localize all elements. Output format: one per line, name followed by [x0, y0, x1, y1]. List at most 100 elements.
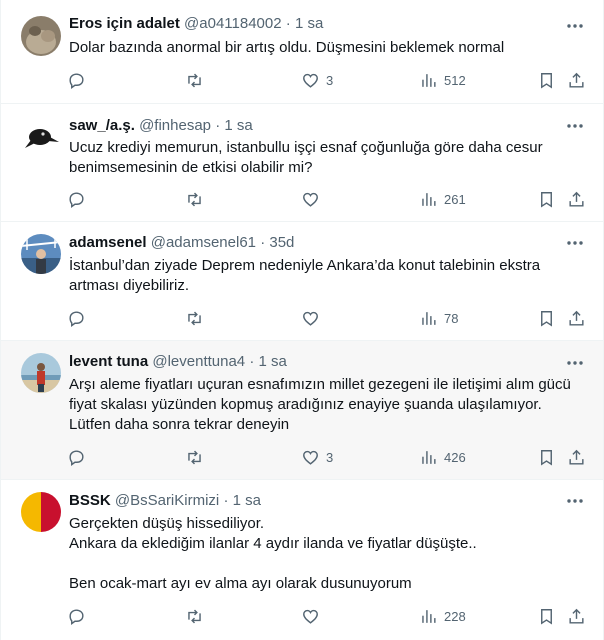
share-icon — [569, 72, 584, 88]
share-button[interactable] — [567, 184, 586, 214]
reply-button[interactable] — [67, 65, 92, 95]
more-icon[interactable] — [565, 233, 585, 253]
display-name[interactable]: Eros için adalet — [69, 15, 180, 32]
view-count: 228 — [444, 608, 466, 624]
tweet[interactable]: Eros için adalet @a041184002 · 1 sa Dola… — [1, 0, 603, 104]
timestamp[interactable]: 1 sa — [295, 15, 323, 32]
more-icon[interactable] — [565, 116, 585, 136]
tweet-header: adamsenel @adamsenel61 · 35d — [69, 233, 294, 253]
share-icon — [569, 449, 584, 465]
bookmark-button[interactable] — [537, 303, 556, 333]
view-count: 261 — [444, 191, 466, 207]
tweet-header: levent tuna @leventtuna4 · 1 sa — [69, 352, 287, 372]
bookmark-button[interactable] — [537, 184, 556, 214]
reply-button[interactable] — [67, 184, 92, 214]
display-name[interactable]: levent tuna — [69, 353, 148, 370]
reply-button[interactable] — [67, 303, 92, 333]
avatar[interactable] — [21, 492, 61, 532]
share-icon — [569, 608, 584, 624]
like-button[interactable] — [301, 303, 326, 333]
tweet-header: Eros için adalet @a041184002 · 1 sa — [69, 14, 323, 34]
retweet-button[interactable] — [185, 184, 210, 214]
timestamp[interactable]: 1 sa — [224, 117, 252, 134]
more-icon[interactable] — [565, 491, 585, 511]
retweet-button[interactable] — [185, 601, 210, 631]
bookmark-button[interactable] — [537, 442, 556, 472]
user-handle[interactable]: @adamsenel61 — [151, 234, 256, 251]
reply-feed: Eros için adalet @a041184002 · 1 sa Dola… — [0, 0, 604, 640]
bookmark-button[interactable] — [537, 601, 556, 631]
like-button[interactable]: 3 — [301, 442, 333, 472]
view-count: 78 — [444, 310, 459, 326]
tweet-actions: 78 — [59, 303, 599, 333]
separator-dot: · — [223, 492, 229, 509]
views-chart-icon — [422, 73, 436, 87]
bookmark-icon — [541, 310, 552, 327]
tweet[interactable]: saw_/a.ş. @finhesap · 1 sa Ucuz krediyi … — [1, 104, 603, 222]
reply-icon — [69, 310, 84, 327]
reply-button[interactable] — [67, 601, 92, 631]
views-button[interactable]: 261 — [419, 184, 466, 214]
reply-button[interactable] — [67, 442, 92, 472]
bookmark-icon — [541, 72, 552, 89]
timestamp[interactable]: 35d — [269, 234, 294, 251]
tweet[interactable]: adamsenel @adamsenel61 · 35d İstanbul’da… — [1, 222, 603, 341]
separator-dot: · — [260, 234, 266, 251]
views-chart-icon — [422, 450, 436, 464]
share-button[interactable] — [567, 601, 586, 631]
reply-icon — [69, 449, 84, 466]
tweet[interactable]: BSSK @BsSariKirmizi · 1 sa Gerçekten düş… — [1, 480, 603, 640]
retweet-icon — [188, 609, 201, 623]
tweet-header: saw_/a.ş. @finhesap · 1 sa — [69, 116, 253, 136]
retweet-icon — [188, 311, 201, 325]
retweet-button[interactable] — [185, 303, 210, 333]
heart-icon — [303, 450, 318, 465]
bookmark-button[interactable] — [537, 65, 556, 95]
like-button[interactable] — [301, 184, 326, 214]
tweet-text: Ucuz krediyi memurun, istanbullu işçi es… — [69, 139, 543, 176]
share-icon — [569, 191, 584, 207]
retweet-button[interactable] — [185, 442, 210, 472]
tweet-header: BSSK @BsSariKirmizi · 1 sa — [69, 491, 261, 511]
like-button[interactable]: 3 — [301, 65, 333, 95]
views-button[interactable]: 426 — [419, 442, 466, 472]
reply-icon — [69, 608, 84, 625]
tweet-actions: 228 — [59, 601, 599, 631]
views-button[interactable]: 78 — [419, 303, 458, 333]
share-button[interactable] — [567, 303, 586, 333]
like-button[interactable] — [301, 601, 326, 631]
retweet-button[interactable] — [185, 65, 210, 95]
display-name[interactable]: saw_/a.ş. — [69, 117, 135, 134]
user-handle[interactable]: @finhesap — [139, 117, 211, 134]
retweet-icon — [188, 192, 201, 206]
views-button[interactable]: 228 — [419, 601, 466, 631]
reply-icon — [69, 72, 84, 89]
share-button[interactable] — [567, 65, 586, 95]
more-icon[interactable] — [565, 16, 585, 36]
like-count: 3 — [326, 449, 334, 465]
display-name[interactable]: BSSK — [69, 492, 111, 509]
more-icon[interactable] — [565, 353, 585, 373]
tweet-actions: 261 — [59, 184, 599, 214]
avatar[interactable] — [21, 118, 61, 158]
bookmark-icon — [541, 449, 552, 466]
views-button[interactable]: 512 — [419, 65, 466, 95]
heart-icon — [303, 73, 318, 88]
timestamp[interactable]: 1 sa — [259, 353, 287, 370]
separator-dot: · — [215, 117, 221, 134]
like-count: 3 — [326, 72, 334, 88]
display-name[interactable]: adamsenel — [69, 234, 147, 251]
avatar[interactable] — [21, 16, 61, 56]
share-button[interactable] — [567, 442, 586, 472]
user-handle[interactable]: @a041184002 — [184, 15, 282, 32]
user-handle[interactable]: @BsSariKirmizi — [115, 492, 219, 509]
heart-icon — [303, 192, 318, 207]
tweet-text: Gerçekten düşüş hissediliyor. Ankara da … — [69, 515, 477, 592]
tweet[interactable]: levent tuna @leventtuna4 · 1 sa Arşı ale… — [1, 341, 603, 480]
avatar[interactable] — [21, 353, 61, 393]
timestamp[interactable]: 1 sa — [233, 492, 261, 509]
user-handle[interactable]: @leventtuna4 — [152, 353, 245, 370]
tweet-actions: 3 512 — [59, 65, 599, 95]
separator-dot: · — [285, 15, 291, 32]
avatar[interactable] — [21, 234, 61, 274]
